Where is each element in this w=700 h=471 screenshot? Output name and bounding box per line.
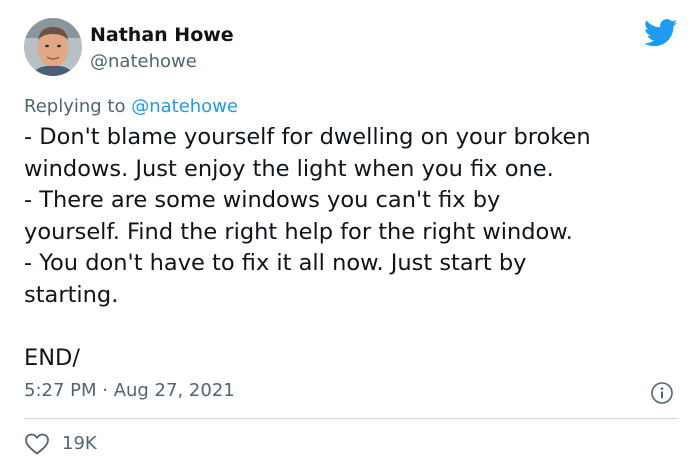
like-count: 19K xyxy=(62,433,97,454)
author-handle[interactable]: @natehowe xyxy=(90,51,234,73)
replying-to-mention[interactable]: @natehowe xyxy=(131,96,238,117)
author-display-name[interactable]: Nathan Howe xyxy=(90,24,234,46)
heart-icon[interactable] xyxy=(24,432,50,456)
twitter-bird-icon[interactable] xyxy=(644,19,678,47)
info-icon[interactable] xyxy=(650,381,674,405)
replying-to-line: Replying to @natehowe xyxy=(24,96,238,118)
author-block[interactable]: Nathan Howe @natehowe xyxy=(90,24,234,73)
avatar[interactable] xyxy=(24,18,82,76)
avatar-image xyxy=(24,18,82,76)
replying-to-prefix: Replying to xyxy=(24,96,132,117)
tweet-text: - Don't blame yourself for dwelling on y… xyxy=(24,124,591,371)
divider xyxy=(24,418,678,419)
like-action[interactable]: 19K xyxy=(24,432,97,456)
tweet-timestamp[interactable]: 5:27 PM · Aug 27, 2021 xyxy=(24,380,235,402)
